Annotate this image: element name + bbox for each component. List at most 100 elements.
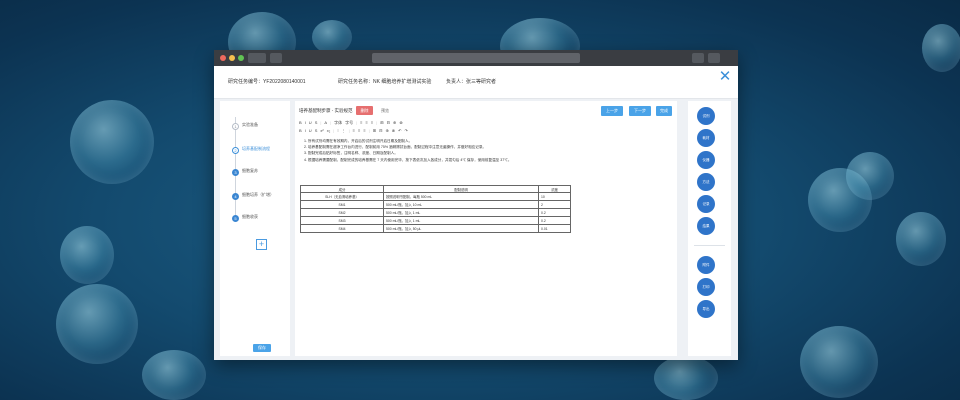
close-icon[interactable]: ✕ — [718, 69, 732, 84]
background-cell — [654, 356, 718, 400]
table-row: SM3 500 mL/瓶，加入 1 mL 0.2 — [300, 216, 571, 225]
table-cell: 0.2 — [538, 208, 571, 217]
format-tool-icon[interactable]: ⁝ — [337, 128, 338, 133]
table-cell: 2 — [538, 200, 571, 209]
format-tool-icon[interactable]: ≡ — [363, 128, 365, 133]
tool-button-5[interactable]: 记录 — [697, 195, 715, 213]
table-header-row: 成分 配制说明 浓度 — [300, 185, 571, 193]
step-number: 5 — [232, 215, 239, 222]
step-item-5[interactable]: 5 细胞收获 — [232, 213, 292, 227]
tool-button-2[interactable]: 耗材 — [697, 129, 715, 147]
format-tool-icon[interactable]: ⊗ — [399, 120, 402, 125]
table-row: SLH（无血清培养基） 按照说明书配制，每瓶 500 mL 10 — [300, 192, 571, 201]
step-item-2[interactable]: 2 培养基配制流程 — [232, 145, 292, 159]
format-tool-icon[interactable]: x² — [320, 128, 323, 133]
table-cell: SLH（无血清培养基） — [300, 192, 384, 201]
format-tool-icon[interactable]: ≡ — [358, 128, 360, 133]
step-item-3[interactable]: 3 细胞复苏 — [232, 167, 292, 181]
save-button[interactable]: 保存 — [253, 344, 271, 352]
format-toolbar-row-2: B I U Sx² x₂ | ⁝ ⋮ | ≡ ≡ ≡ | ⊞ ⊟ ⊕ ⊗ ↶ ↷ — [299, 128, 673, 135]
address-bar[interactable] — [372, 53, 580, 63]
format-tool-icon[interactable]: ⊟ — [387, 120, 390, 125]
close-window-dot[interactable] — [220, 55, 226, 61]
table-cell: 500 mL/瓶，加入 1 mL — [383, 216, 539, 225]
document-body[interactable]: 1. 所有试剂均需在有效期内，开启后的试剂注明开启日期及配制人。 2. 培养基配… — [299, 138, 659, 163]
format-tool-icon[interactable]: ↶ — [398, 128, 401, 133]
format-tool-icon[interactable]: S — [315, 120, 318, 125]
table-cell: 10 — [538, 192, 571, 201]
task-number: 研究任务编号：YF2022080140001 — [228, 79, 306, 85]
format-tool-icon[interactable]: ⊟ — [379, 128, 382, 133]
toolbar-divider: | — [330, 120, 332, 125]
next-step-button[interactable]: 下一步 — [629, 106, 651, 116]
format-tool-icon[interactable]: ⊕ — [385, 128, 388, 133]
format-toolbar-row-1: B I U S | A | 字体 字号 | ≡ ≡ ≡ | ⊞ ⊟ ⊕ ⊗ — [299, 120, 673, 127]
tool-button-9[interactable]: 导出 — [697, 300, 715, 318]
table-cell: 500 mL/瓶，加入 1 mL — [383, 208, 539, 217]
tool-button-3[interactable]: 仪器 — [697, 151, 715, 169]
minimize-window-dot[interactable] — [229, 55, 235, 61]
table-cell: 500 mL/瓶，加入 50 μL — [383, 224, 539, 233]
share-button[interactable] — [692, 53, 704, 63]
format-tool-icon[interactable]: ≡ — [366, 120, 368, 125]
format-tool-icon[interactable]: 字体 — [334, 120, 342, 126]
table-row: SM2 500 mL/瓶，加入 1 mL 0.2 — [300, 208, 571, 217]
format-tool-icon[interactable]: ≡ — [360, 120, 362, 125]
step-item-1[interactable]: 1 实验准备 — [232, 121, 292, 135]
workspace: 1 实验准备 2 培养基配制流程 3 细胞复苏 4 细胞培养（扩增） 5 细胞收… — [214, 99, 738, 360]
tool-button-1[interactable]: 试剂 — [697, 107, 715, 125]
prev-step-button[interactable]: 上一步 — [601, 106, 623, 116]
background-cell — [56, 284, 138, 364]
step-label: 细胞培养（扩增） — [242, 192, 274, 197]
format-tool-icon[interactable]: I — [305, 128, 306, 133]
editor-title: 培养基配制步骤 - 实验规范 — [299, 108, 353, 113]
format-tool-icon[interactable]: B — [299, 128, 302, 133]
preview-link[interactable]: 预览 — [381, 108, 389, 114]
tool-button-8[interactable]: 打印 — [697, 278, 715, 296]
format-tool-icon[interactable]: B — [299, 120, 302, 125]
table-header-cell: 成分 — [300, 185, 384, 193]
format-tool-icon[interactable]: U — [309, 128, 312, 133]
step-label: 实验准备 — [242, 122, 258, 127]
table-header-cell: 浓度 — [538, 185, 571, 193]
tabs-button[interactable] — [708, 53, 720, 63]
toolbar-divider: | — [348, 128, 350, 133]
format-tool-icon[interactable]: ⊞ — [373, 128, 376, 133]
format-tool-icon[interactable]: ⊞ — [380, 120, 383, 125]
editor-panel: 培养基配制步骤 - 实验规范 删除 预览 上一步 下一步 完成 B I U S | A | 字… — [295, 101, 677, 356]
format-tool-icon[interactable]: S — [315, 128, 318, 133]
background-cell — [70, 100, 154, 184]
add-step-button[interactable]: + — [256, 239, 267, 250]
table-cell: 按照说明书配制，每瓶 500 mL — [383, 192, 539, 201]
tool-button-6[interactable]: 结果 — [697, 217, 715, 235]
step-number: 1 — [232, 123, 239, 130]
format-tool-icon[interactable]: 字号 — [345, 120, 353, 126]
finish-button[interactable]: 完成 — [656, 106, 672, 116]
format-tool-icon[interactable]: ≡ — [353, 128, 355, 133]
format-tool-icon[interactable]: ↷ — [405, 128, 408, 133]
zoom-window-dot[interactable] — [238, 55, 244, 61]
step-item-4[interactable]: 4 细胞培养（扩增） — [232, 191, 292, 205]
background-cell — [896, 212, 946, 266]
background-cell — [142, 350, 206, 400]
table-cell: 0.01 — [538, 224, 571, 233]
toolbar-divider: | — [333, 128, 335, 133]
task-info-bar: 研究任务编号：YF2022080140001 研究任务名称：NK 细胞培养扩增测… — [214, 66, 738, 99]
format-tool-icon[interactable]: ≡ — [371, 120, 373, 125]
tool-button-7[interactable]: 附件 — [697, 256, 715, 274]
sidebar-toggle-button[interactable] — [270, 53, 282, 63]
format-tool-icon[interactable]: ⊗ — [392, 128, 395, 133]
format-tool-icon[interactable]: A — [324, 120, 327, 125]
format-tool-icon[interactable]: I — [305, 120, 306, 125]
step-label: 细胞复苏 — [242, 168, 258, 173]
delete-button[interactable]: 删除 — [356, 106, 373, 115]
format-tool-icon[interactable]: U — [309, 120, 312, 125]
tool-button-4[interactable]: 方法 — [697, 173, 715, 191]
format-tool-icon[interactable]: ⋮ — [342, 128, 346, 133]
format-tool-icon[interactable]: x₂ — [327, 128, 331, 133]
table-cell: SM1 — [300, 200, 384, 209]
reagent-table: 成分 配制说明 浓度 SLH（无血清培养基） 按照说明书配制，每瓶 500 mL… — [300, 185, 571, 233]
background-cell — [922, 24, 960, 72]
format-tool-icon[interactable]: ⊕ — [393, 120, 396, 125]
back-forward-buttons[interactable] — [248, 53, 266, 63]
